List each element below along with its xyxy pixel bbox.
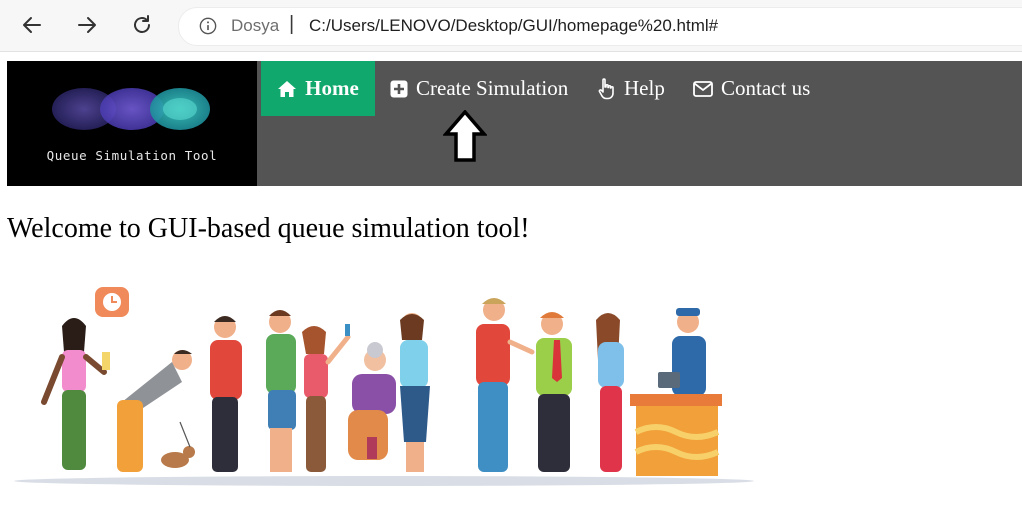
welcome-heading: Welcome to GUI-based queue simulation to… bbox=[7, 213, 530, 244]
hand-pointer-icon bbox=[598, 77, 614, 99]
nav-help[interactable]: Help bbox=[598, 61, 665, 116]
forward-button[interactable] bbox=[68, 6, 106, 44]
arrow-up-annotation-icon bbox=[443, 110, 487, 162]
logo-title: Queue Simulation Tool bbox=[46, 148, 218, 163]
nav-create-simulation[interactable]: Create Simulation bbox=[390, 61, 568, 116]
site-logo[interactable]: Queue Simulation Tool bbox=[7, 61, 257, 186]
address-separator: | bbox=[289, 13, 295, 35]
site-info-label: Dosya bbox=[231, 16, 280, 35]
top-navigation: Home Create Simulation Help Contact us bbox=[257, 61, 1022, 186]
arrow-right-icon bbox=[78, 17, 96, 33]
nav-help-label: Help bbox=[624, 76, 665, 100]
address-bar[interactable]: Dosya | C:/Users/LENOVO/Desktop/GUI/home… bbox=[178, 7, 1022, 46]
logo-circles-graphic bbox=[52, 88, 210, 130]
back-button[interactable] bbox=[13, 6, 51, 44]
nav-contact-us[interactable]: Contact us bbox=[693, 61, 810, 116]
home-icon bbox=[278, 80, 297, 97]
info-icon[interactable] bbox=[199, 17, 217, 35]
nav-contact-us-label: Contact us bbox=[721, 76, 811, 100]
arrow-left-icon bbox=[23, 17, 41, 33]
envelope-icon bbox=[693, 80, 713, 97]
nav-home[interactable]: Home bbox=[261, 61, 375, 116]
plus-square-icon bbox=[390, 80, 408, 97]
url-text[interactable]: C:/Users/LENOVO/Desktop/GUI/homepage%20.… bbox=[309, 16, 718, 36]
browser-toolbar: Dosya | C:/Users/LENOVO/Desktop/GUI/home… bbox=[0, 0, 1022, 52]
reload-icon bbox=[134, 15, 150, 33]
nav-create-simulation-label: Create Simulation bbox=[416, 76, 569, 100]
queue-people-illustration bbox=[14, 287, 754, 486]
reload-button[interactable] bbox=[123, 6, 161, 44]
nav-home-label: Home bbox=[305, 76, 359, 100]
